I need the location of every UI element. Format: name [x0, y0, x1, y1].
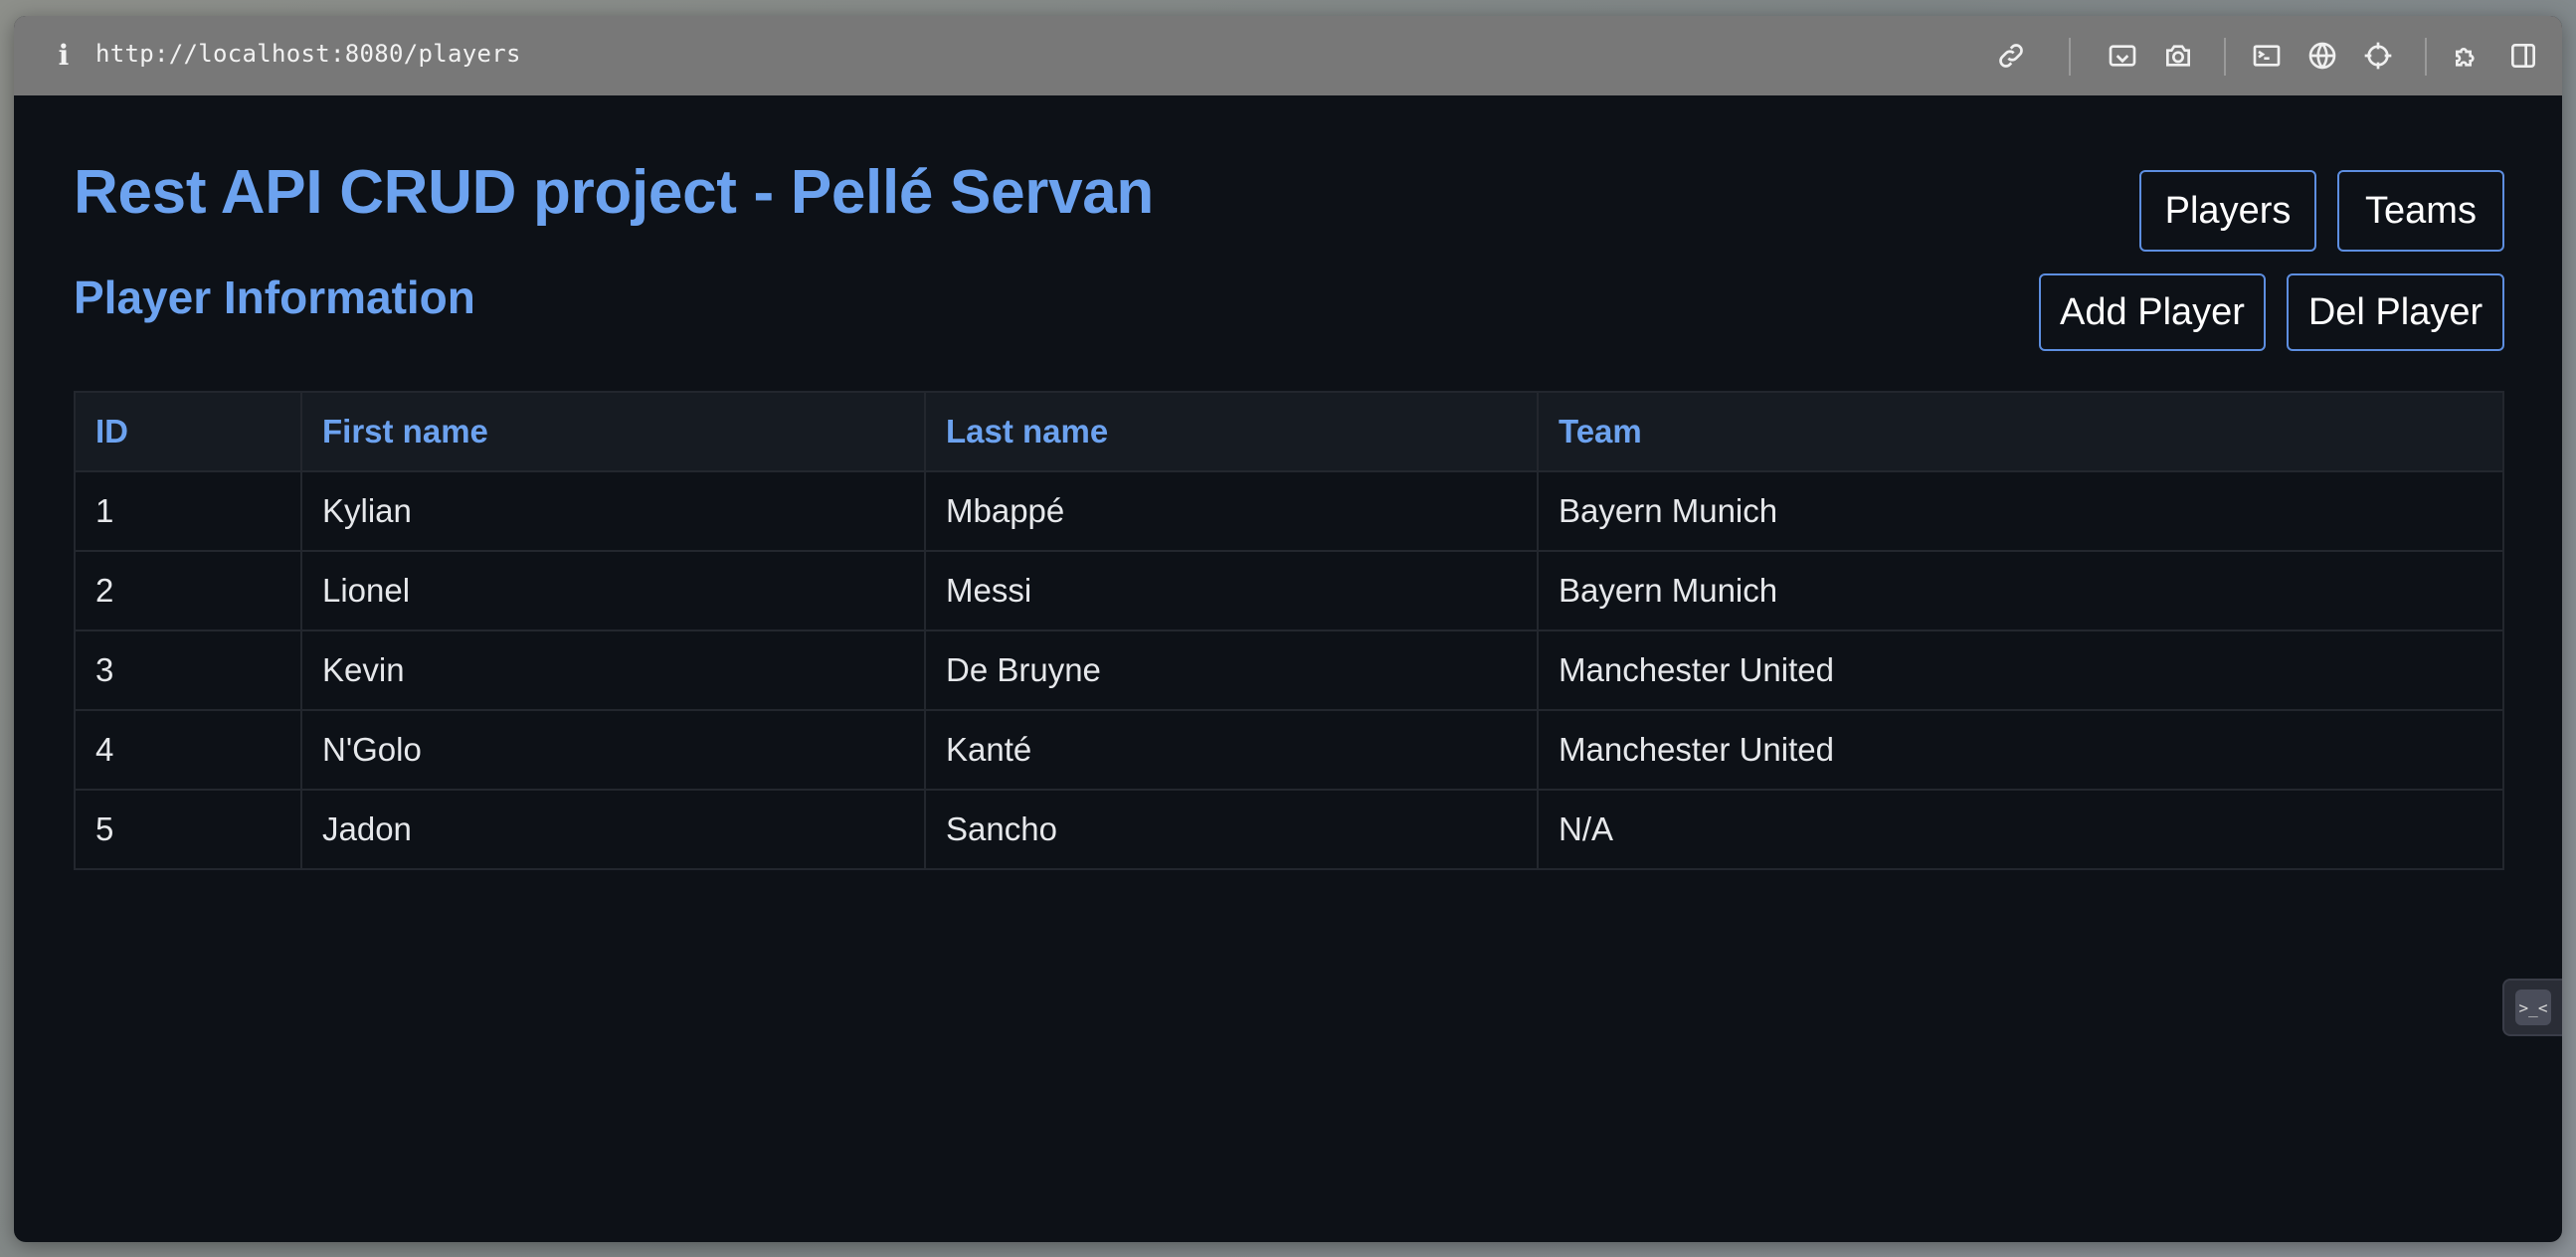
- globe-icon[interactable]: [2302, 36, 2342, 76]
- column-header-id: ID: [74, 391, 302, 472]
- cell-last-name: Mbappé: [924, 470, 1539, 552]
- players-button[interactable]: Players: [2139, 170, 2316, 252]
- cell-id: 1: [74, 470, 302, 552]
- cell-id: 4: [74, 709, 302, 791]
- cell-last-name: Messi: [924, 550, 1539, 631]
- toolbar-divider: [2224, 38, 2226, 76]
- cell-first-name: N'Golo: [300, 709, 926, 791]
- crosshair-icon[interactable]: [2358, 36, 2398, 76]
- column-header-last-name: Last name: [924, 391, 1539, 472]
- table-row: 3 Kevin De Bruyne Manchester United: [74, 629, 2504, 711]
- cell-team: Bayern Munich: [1537, 550, 2504, 631]
- widget-face-icon: >_<: [2515, 989, 2551, 1025]
- cell-first-name: Kylian: [300, 470, 926, 552]
- table-row: 2 Lionel Messi Bayern Munich: [74, 550, 2504, 631]
- page-content: Rest API CRUD project - Pellé Servan Pla…: [14, 95, 2562, 1242]
- cell-last-name: Kanté: [924, 709, 1539, 791]
- cell-team: N/A: [1537, 789, 2504, 870]
- cell-first-name: Jadon: [300, 789, 926, 870]
- table-header-row: ID First name Last name Team: [74, 391, 2504, 472]
- devtools-widget[interactable]: >_<: [2502, 979, 2562, 1036]
- browser-window: i http://localhost:8080/players Rest API…: [14, 16, 2562, 1242]
- cell-id: 2: [74, 550, 302, 631]
- table-row: 4 N'Golo Kanté Manchester United: [74, 709, 2504, 791]
- table-row: 1 Kylian Mbappé Bayern Munich: [74, 470, 2504, 552]
- column-header-first-name: First name: [300, 391, 926, 472]
- cell-last-name: De Bruyne: [924, 629, 1539, 711]
- cell-id: 3: [74, 629, 302, 711]
- column-header-team: Team: [1537, 391, 2504, 472]
- browser-toolbar: i http://localhost:8080/players: [14, 16, 2562, 95]
- cell-team: Manchester United: [1537, 709, 2504, 791]
- address-bar[interactable]: http://localhost:8080/players: [95, 40, 521, 68]
- camera-icon[interactable]: [2158, 36, 2198, 76]
- section-title: Player Information: [74, 271, 475, 323]
- page-title: Rest API CRUD project - Pellé Servan: [74, 158, 1155, 227]
- teams-button[interactable]: Teams: [2337, 170, 2504, 252]
- terminal-icon[interactable]: [2247, 36, 2287, 76]
- info-icon[interactable]: i: [48, 38, 80, 74]
- link-icon[interactable]: [1991, 36, 2031, 76]
- cell-last-name: Sancho: [924, 789, 1539, 870]
- cell-first-name: Kevin: [300, 629, 926, 711]
- cell-id: 5: [74, 789, 302, 870]
- cell-first-name: Lionel: [300, 550, 926, 631]
- toolbar-divider: [2069, 38, 2071, 76]
- toolbar-divider: [2425, 38, 2427, 76]
- sidebar-icon[interactable]: [2503, 36, 2543, 76]
- players-table: ID First name Last name Team 1 Kylian Mb…: [74, 391, 2504, 870]
- cell-team: Manchester United: [1537, 629, 2504, 711]
- cell-team: Bayern Munich: [1537, 470, 2504, 552]
- del-player-button[interactable]: Del Player: [2287, 273, 2504, 351]
- screenshot-icon[interactable]: [2103, 36, 2142, 76]
- add-player-button[interactable]: Add Player: [2039, 273, 2266, 351]
- table-row: 5 Jadon Sancho N/A: [74, 789, 2504, 870]
- extension-icon[interactable]: [2448, 36, 2487, 76]
